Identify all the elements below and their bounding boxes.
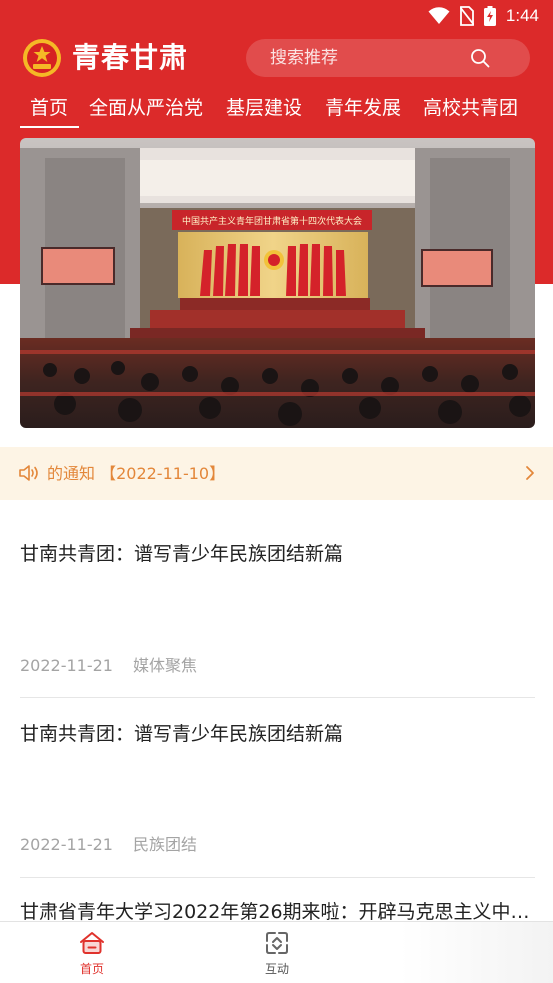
bottom-nav: 首页 互动 (0, 921, 553, 983)
tab-youth-development[interactable]: 青年发展 (325, 86, 401, 130)
interact-icon (266, 932, 288, 954)
category-tabs: 首页 全面从严治党 基层建设 青年发展 高校共青团 (0, 86, 553, 130)
nav-fade-overlay (400, 922, 553, 983)
news-title[interactable]: 甘南共青团：谱写青少年民族团结新篇 (20, 540, 535, 568)
news-meta: 2022-11-21 媒体聚焦 (20, 655, 197, 677)
chevron-right-icon[interactable] (525, 465, 535, 481)
active-tab-indicator (20, 126, 79, 128)
app-screen: 1:44 青春甘肃 搜索推荐 首页 全面从严治党 基层建设 青年发展 高校共青团 (0, 0, 553, 983)
notice-bar[interactable]: 的通知 【2022-11-10】 (0, 447, 553, 500)
status-bar: 1:44 (0, 0, 553, 32)
app-title: 青春甘肃 (72, 41, 189, 74)
news-meta: 2022-11-21 民族团结 (20, 834, 197, 856)
status-icons: 1:44 (428, 4, 539, 28)
home-icon (80, 932, 104, 954)
banner-carousel[interactable]: 中国共产主义青年团甘肃省第十四次代表大会 (20, 138, 535, 428)
stage-banner-text: 中国共产主义青年团甘肃省第十四次代表大会 (182, 215, 362, 227)
speaker-icon (19, 465, 38, 481)
search-placeholder: 搜索推荐 (270, 48, 338, 68)
divider (20, 697, 535, 698)
search-icon[interactable] (470, 48, 490, 68)
notice-text: 的通知 【2022-11-10】 (47, 464, 226, 483)
news-date: 2022-11-21 (20, 656, 113, 675)
wifi-icon (428, 7, 450, 24)
tab-home[interactable]: 首页 (30, 86, 68, 130)
divider (20, 877, 535, 878)
search-input[interactable]: 搜索推荐 (246, 39, 530, 77)
congress-hall-photo: 中国共产主义青年团甘肃省第十四次代表大会 (20, 138, 535, 428)
news-category: 民族团结 (132, 835, 197, 854)
news-date: 2022-11-21 (20, 835, 113, 854)
nav-label: 首页 (79, 962, 104, 976)
news-item[interactable]: 甘南共青团：谱写青少年民族团结新篇 2022-11-21 媒体聚焦 (20, 540, 535, 690)
nav-label: 互动 (264, 962, 289, 976)
news-category: 媒体聚焦 (132, 656, 197, 675)
news-item[interactable]: 甘南共青团：谱写青少年民族团结新篇 2022-11-21 民族团结 (20, 720, 535, 870)
app-header: 青春甘肃 搜索推荐 (0, 34, 553, 82)
nav-interact[interactable]: 互动 (237, 922, 317, 983)
tab-grassroots[interactable]: 基层建设 (226, 86, 302, 130)
sim-card-icon (459, 6, 474, 26)
nav-home[interactable]: 首页 (52, 922, 132, 983)
tab-college-league[interactable]: 高校共青团 (423, 86, 518, 130)
status-time: 1:44 (505, 6, 539, 25)
youth-league-logo (23, 39, 61, 77)
tab-party-discipline[interactable]: 全面从严治党 (89, 86, 203, 130)
news-title[interactable]: 甘南共青团：谱写青少年民族团结新篇 (20, 720, 535, 748)
battery-charging-icon (483, 6, 496, 26)
